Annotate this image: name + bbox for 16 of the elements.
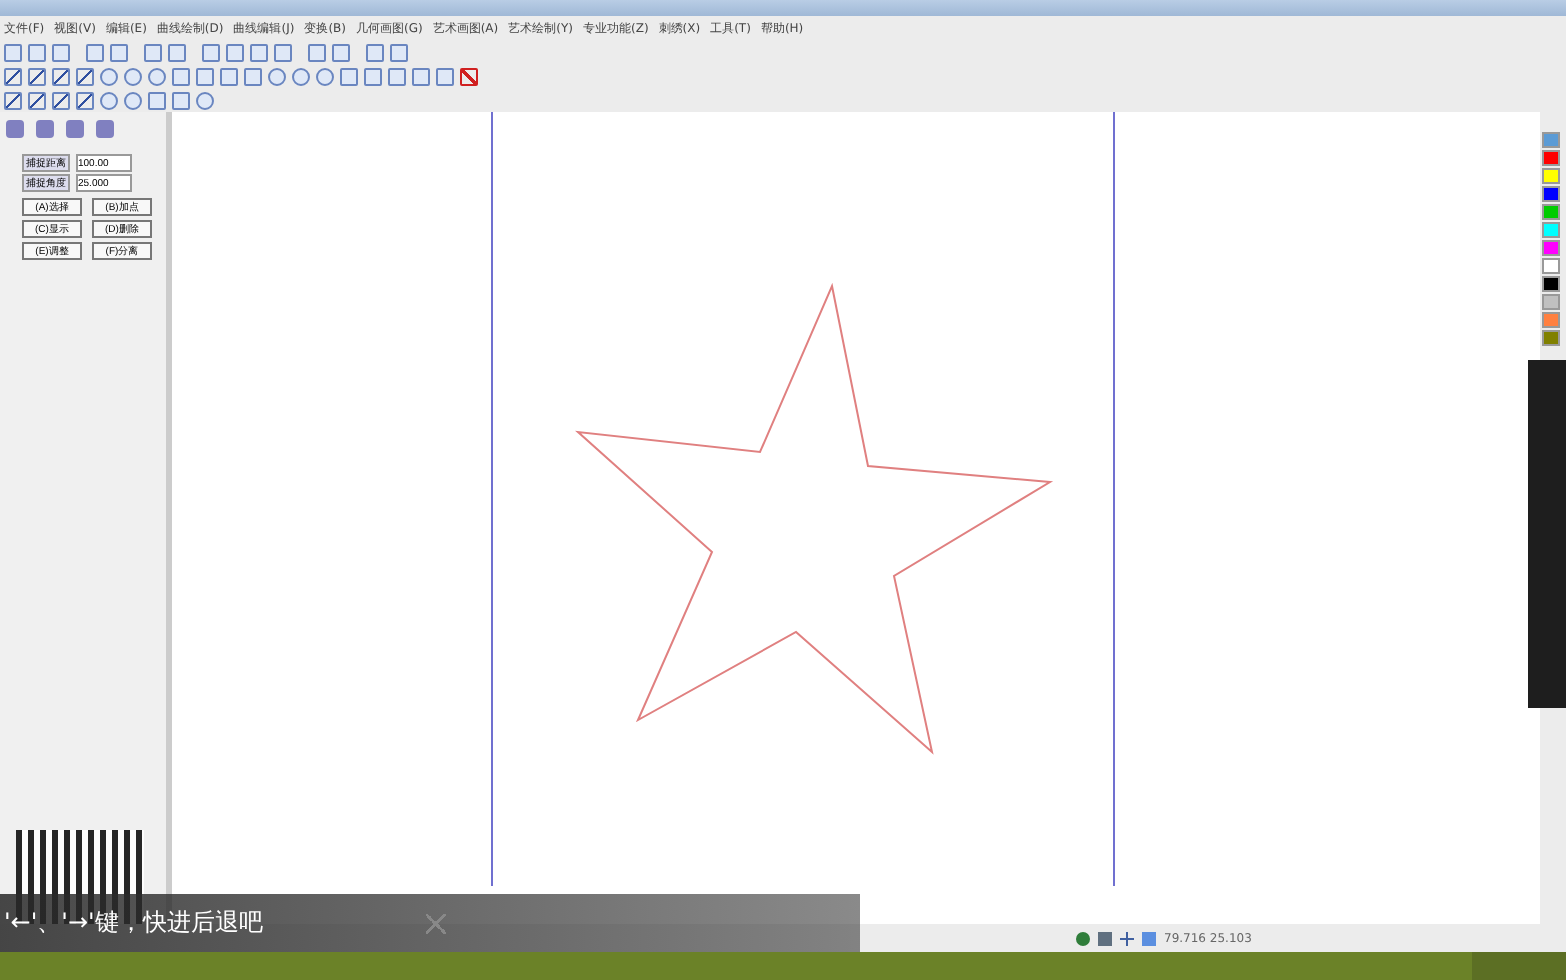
color-swatch[interactable] [1542, 168, 1560, 184]
color-swatch[interactable] [1542, 330, 1560, 346]
color-swatch[interactable] [1542, 222, 1560, 238]
color-swatch[interactable] [1542, 240, 1560, 256]
color-swatch[interactable] [1542, 276, 1560, 292]
plus-icon[interactable] [1120, 931, 1134, 945]
close-icon[interactable] [426, 913, 447, 933]
color-swatch[interactable] [1542, 186, 1560, 202]
color-swatch[interactable] [1542, 132, 1560, 148]
color-swatch[interactable] [1542, 294, 1560, 310]
color-swatch[interactable] [1542, 258, 1560, 274]
color-swatch[interactable] [1542, 150, 1560, 166]
hint-text: '←'、'→'键，快进后退吧 [2, 906, 263, 940]
color-swatch[interactable] [1542, 204, 1560, 220]
color-swatch[interactable] [1542, 312, 1560, 328]
status-icon[interactable] [1142, 931, 1156, 945]
